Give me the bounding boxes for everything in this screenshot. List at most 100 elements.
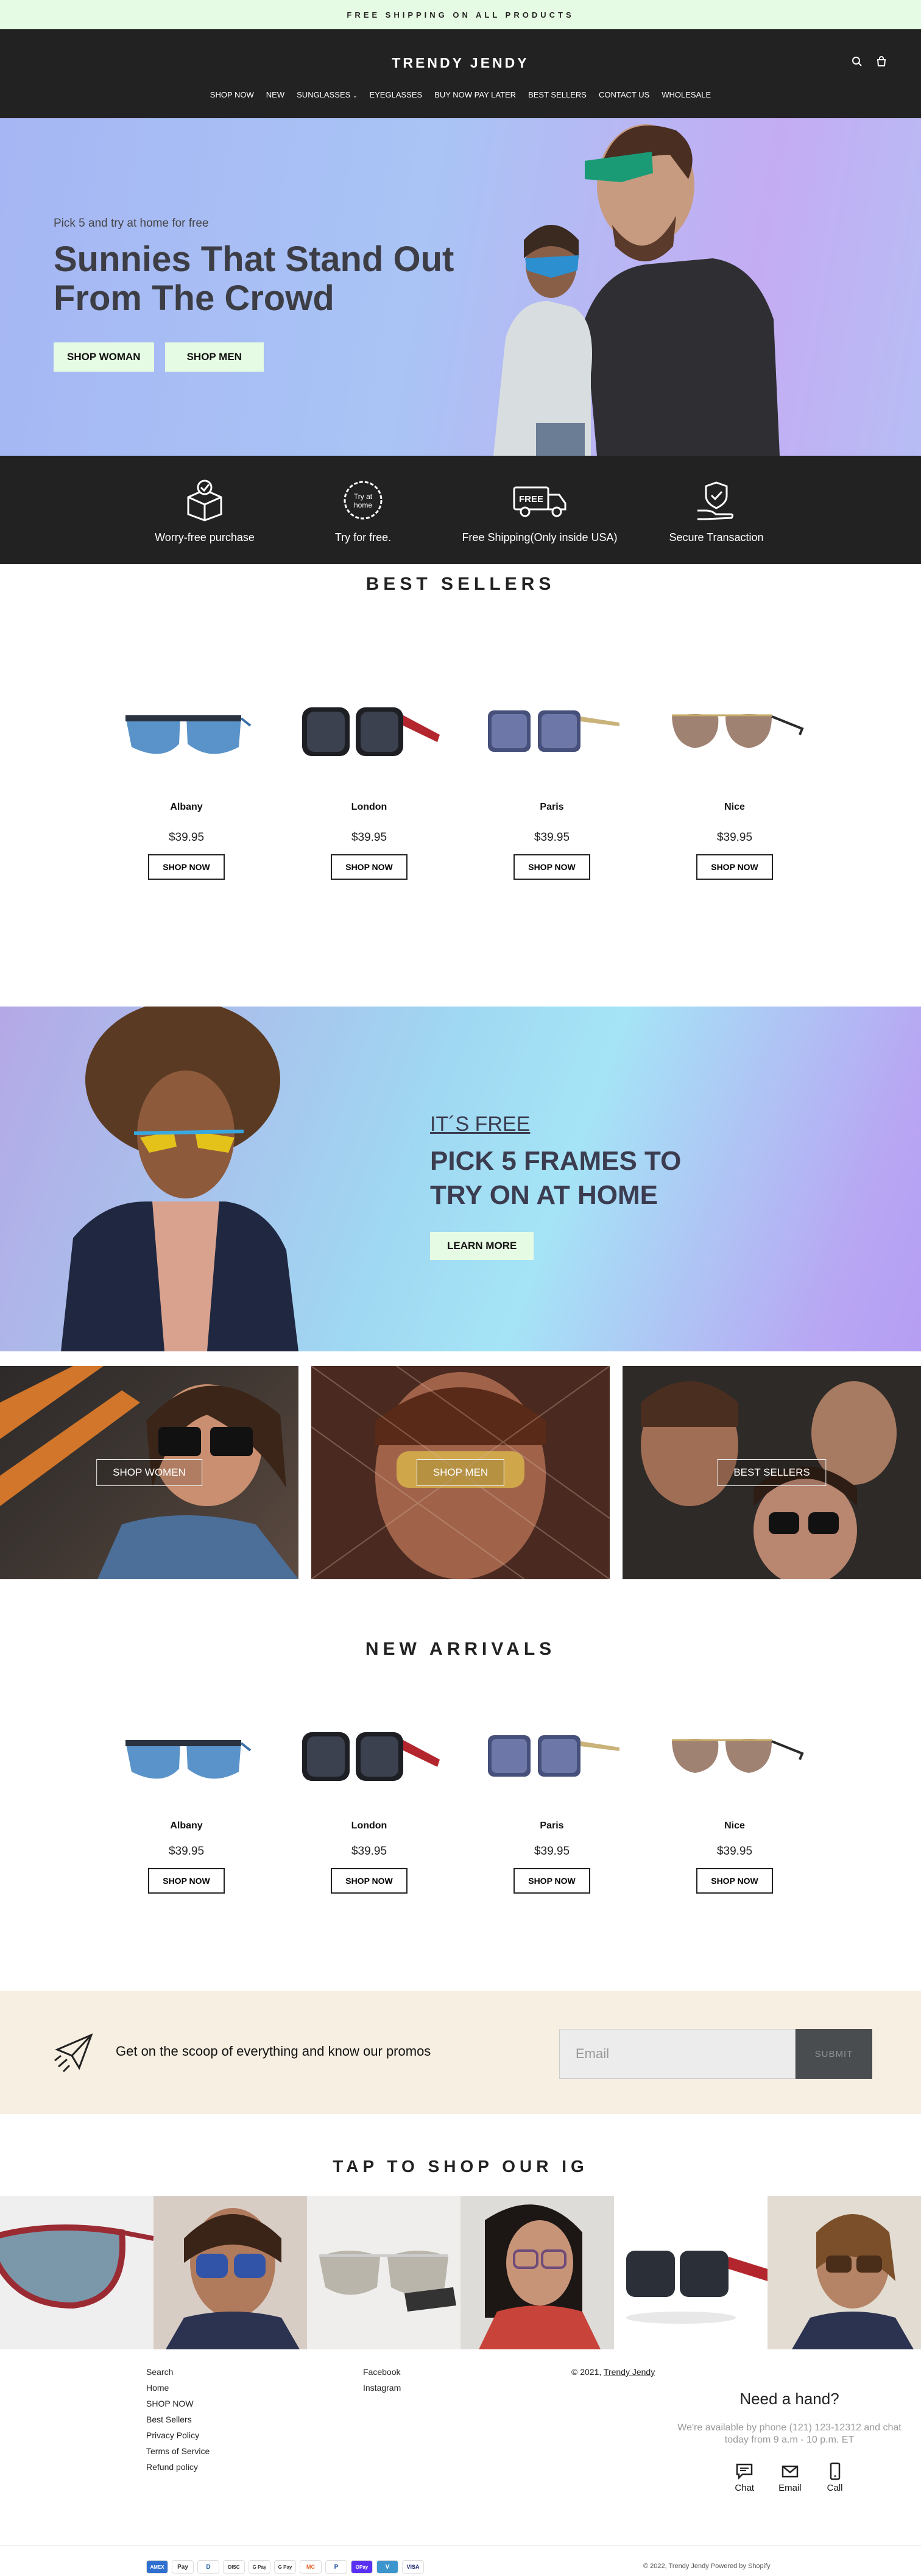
copyright-link[interactable]: Trendy Jendy xyxy=(604,2367,655,2377)
feature-secure: Secure Transaction xyxy=(637,479,796,564)
category-best-sellers[interactable]: BEST SELLERS xyxy=(623,1366,921,1579)
ig-red-aviator-image xyxy=(0,2224,154,2309)
hero-banner: Pick 5 and try at home for free Sunnies … xyxy=(0,118,921,456)
cart-icon[interactable] xyxy=(876,56,887,70)
product-image[interactable] xyxy=(473,1711,631,1802)
category-tiles: SHOP WOMEN SHOP MEN BEST SELLERS xyxy=(0,1366,921,1579)
feature-label: Free Shipping(Only inside USA) xyxy=(462,531,618,543)
ig-post[interactable] xyxy=(0,2196,154,2349)
email-icon xyxy=(782,2465,799,2478)
ig-clear-frame-image xyxy=(319,2251,456,2312)
shop-now-button[interactable]: SHOP NOW xyxy=(696,1868,773,1894)
footer-link-best-sellers[interactable]: Best Sellers xyxy=(146,2411,210,2427)
footer-link-privacy[interactable]: Privacy Policy xyxy=(146,2427,210,2443)
nav-sunglasses[interactable]: SUNGLASSES ⌄ xyxy=(297,90,357,99)
footer-links-column-2: Facebook Instagram xyxy=(363,2364,401,2396)
tortoise-blue-glasses-image xyxy=(488,710,619,752)
ig-post[interactable] xyxy=(307,2196,460,2349)
footer-link-facebook[interactable]: Facebook xyxy=(363,2364,401,2380)
visa-icon: VISA xyxy=(402,2560,424,2574)
search-icon[interactable] xyxy=(852,56,863,70)
apple-pay-icon: G Pay xyxy=(249,2560,270,2574)
call-contact[interactable]: Call xyxy=(826,2462,844,2493)
footer-links-column-1: Search Home SHOP NOW Best Sellers Privac… xyxy=(146,2364,210,2475)
product-name[interactable]: London xyxy=(351,1821,387,1831)
venmo-icon: V xyxy=(376,2560,398,2574)
new-arrivals-section: NEW ARRIVALS Albany $39.95 SHOP NOW Lond… xyxy=(0,1579,921,1991)
badge-text-2: home xyxy=(354,501,372,509)
diners-club-icon: D xyxy=(197,2560,219,2574)
aviator-blue-glasses-image xyxy=(125,715,252,754)
category-label: SHOP MEN xyxy=(416,1459,505,1486)
discover-icon: DISC xyxy=(223,2560,245,2574)
product-name[interactable]: Paris xyxy=(540,802,563,813)
site-header: TRENDY JENDY SHOP NOW NEW SUNGLASSES ⌄ E… xyxy=(0,29,921,118)
product-image[interactable] xyxy=(107,1711,266,1802)
footer-link-shop-now[interactable]: SHOP NOW xyxy=(146,2396,210,2411)
nav-new[interactable]: NEW xyxy=(266,90,284,99)
shop-now-button[interactable]: SHOP NOW xyxy=(331,1868,408,1894)
chat-contact[interactable]: Chat xyxy=(735,2462,754,2493)
feature-label: Worry-free purchase xyxy=(155,531,255,543)
email-field[interactable]: Email xyxy=(559,2029,796,2079)
ig-post[interactable] xyxy=(614,2196,767,2349)
site-footer: Search Home SHOP NOW Best Sellers Privac… xyxy=(0,2359,921,2576)
product-image[interactable] xyxy=(290,686,448,777)
product-name[interactable]: Paris xyxy=(540,1821,563,1831)
square-red-temple-glasses-image xyxy=(302,1732,440,1781)
nav-sunglasses-label: SUNGLASSES xyxy=(297,90,351,99)
learn-more-button[interactable]: LEARN MORE xyxy=(430,1232,534,1260)
features-strip: Worry-free purchase Try at home Try for f… xyxy=(0,456,921,564)
shop-now-button[interactable]: SHOP NOW xyxy=(148,854,225,880)
ig-post[interactable] xyxy=(460,2196,614,2349)
hero-subtitle: Pick 5 and try at home for free xyxy=(54,217,209,230)
shop-now-button[interactable]: SHOP NOW xyxy=(148,1868,225,1894)
product-name[interactable]: Albany xyxy=(170,1821,202,1831)
submit-button[interactable]: SUBMIT xyxy=(796,2029,872,2079)
nav-eyeglasses[interactable]: EYEGLASSES xyxy=(369,90,422,99)
promo-kicker-link[interactable]: IT´S FREE xyxy=(430,1113,530,1136)
product-name[interactable]: Nice xyxy=(724,802,745,813)
product-name[interactable]: London xyxy=(351,802,387,813)
ig-post[interactable] xyxy=(154,2196,307,2349)
feature-free-shipping: FREE Free Shipping(Only inside USA) xyxy=(442,479,637,564)
hero-title: Sunnies That Stand Out From The Crowd xyxy=(54,239,454,318)
tortoise-blue-glasses-image xyxy=(488,1735,619,1777)
product-name[interactable]: Albany xyxy=(170,802,202,813)
nav-contact-us[interactable]: CONTACT US xyxy=(599,90,649,99)
brand-logo[interactable]: TRENDY JENDY xyxy=(0,55,921,71)
category-shop-women[interactable]: SHOP WOMEN xyxy=(0,1366,298,1579)
footer-link-search[interactable]: Search xyxy=(146,2364,210,2380)
email-contact[interactable]: Email xyxy=(778,2462,802,2493)
product-image[interactable] xyxy=(290,1711,448,1802)
category-shop-men[interactable]: SHOP MEN xyxy=(311,1366,610,1579)
footer-link-home[interactable]: Home xyxy=(146,2380,210,2396)
chat-label: Chat xyxy=(735,2483,755,2493)
chevron-down-icon: ⌄ xyxy=(352,93,358,99)
footer-link-refund[interactable]: Refund policy xyxy=(146,2459,210,2475)
square-red-temple-glasses-image xyxy=(302,707,440,756)
product-price: $39.95 xyxy=(716,831,753,844)
shop-woman-button[interactable]: SHOP WOMAN xyxy=(54,342,154,372)
shop-now-button[interactable]: SHOP NOW xyxy=(331,854,408,880)
footer-link-terms[interactable]: Terms of Service xyxy=(146,2443,210,2459)
shop-now-button[interactable]: SHOP NOW xyxy=(513,854,590,880)
product-image[interactable] xyxy=(473,686,631,777)
shop-now-button[interactable]: SHOP NOW xyxy=(513,1868,590,1894)
nav-buy-now-pay-later[interactable]: BUY NOW PAY LATER xyxy=(434,90,516,99)
ig-post[interactable] xyxy=(767,2196,921,2349)
shop-men-button[interactable]: SHOP MEN xyxy=(164,342,264,372)
footer-link-instagram[interactable]: Instagram xyxy=(363,2380,401,2396)
free-truck-icon: FREE xyxy=(513,486,566,517)
nav-best-sellers[interactable]: BEST SELLERS xyxy=(528,90,587,99)
nav-shop-now[interactable]: SHOP NOW xyxy=(210,90,254,99)
help-block: Need a hand? We're available by phone (1… xyxy=(664,2390,915,2493)
shop-now-button[interactable]: SHOP NOW xyxy=(696,854,773,880)
product-name[interactable]: Nice xyxy=(724,1821,745,1831)
secure-hand-shield-icon xyxy=(697,481,734,520)
product-image[interactable] xyxy=(107,686,266,777)
product-image[interactable] xyxy=(655,686,814,777)
product-image[interactable] xyxy=(655,1711,814,1802)
product-card: Paris $39.95 SHOP NOW xyxy=(460,1711,643,1894)
nav-wholesale[interactable]: WHOLESALE xyxy=(662,90,711,99)
